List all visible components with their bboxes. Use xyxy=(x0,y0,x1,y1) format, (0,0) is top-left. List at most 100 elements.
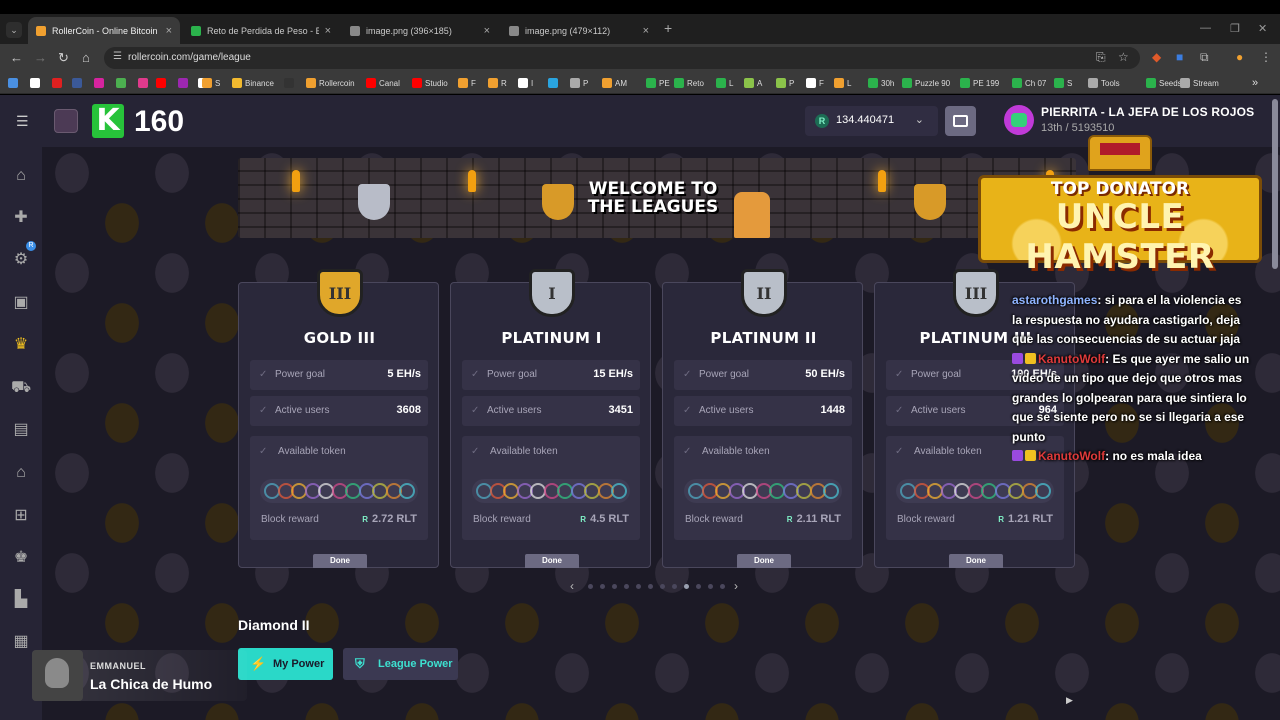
user-name[interactable]: PIERRITA - LA JEFA DE LOS ROJOS xyxy=(1041,105,1254,119)
miner-avatar[interactable] xyxy=(54,109,78,133)
store-icon[interactable]: ▤ xyxy=(11,421,31,439)
tab-search-icon[interactable]: ⌄ xyxy=(6,22,22,38)
room-icon[interactable]: ⌂ xyxy=(11,464,31,482)
bookmark-item[interactable] xyxy=(94,76,107,90)
tab-close-icon[interactable]: × xyxy=(325,25,331,37)
bookmark-item[interactable] xyxy=(138,76,151,90)
balance-dropdown[interactable]: R 134.440471 ⌄ xyxy=(805,106,938,136)
tab-close-icon[interactable]: × xyxy=(643,25,649,37)
stats-icon[interactable]: ▙ xyxy=(11,591,31,609)
pager-dot[interactable] xyxy=(636,584,641,589)
bookmark-item[interactable] xyxy=(30,76,43,90)
bookmark-item[interactable]: Ch 07 xyxy=(1012,76,1046,90)
bookmark-item[interactable] xyxy=(178,76,191,90)
bookmark-item[interactable]: Seeds xyxy=(1146,76,1182,90)
bookmark-item[interactable]: Reto xyxy=(674,76,704,90)
user-avatar[interactable] xyxy=(1004,105,1034,135)
league-power-button[interactable]: ⛨ League Power xyxy=(343,648,458,680)
pager-dot[interactable] xyxy=(624,584,629,589)
done-button[interactable]: Done xyxy=(525,554,579,568)
extension-fox-icon[interactable]: ◆ xyxy=(1152,50,1161,64)
bookmark-item[interactable]: Studio xyxy=(412,76,448,90)
pager-dot[interactable] xyxy=(612,584,617,589)
bookmark-item[interactable]: Tools xyxy=(1088,76,1120,90)
bookmark-item[interactable]: Stream xyxy=(1180,76,1219,90)
tab-image-2[interactable]: image.png (479×112) × xyxy=(501,17,657,44)
league-crown-icon[interactable]: ♛ xyxy=(11,336,31,354)
marketplace-cart-icon[interactable]: ⛟ xyxy=(11,379,31,397)
pager-dot[interactable] xyxy=(588,584,593,589)
pager-dot[interactable] xyxy=(684,584,689,589)
tab-close-icon[interactable]: × xyxy=(484,25,490,37)
my-power-button[interactable]: ⚡ My Power xyxy=(238,648,333,680)
tab-image-1[interactable]: image.png (396×185) × xyxy=(342,17,498,44)
pager-dot[interactable] xyxy=(708,584,713,589)
bookmark-item[interactable]: F xyxy=(458,76,476,90)
maximize-icon[interactable]: ❐ xyxy=(1230,22,1240,35)
site-info-icon[interactable]: ☰ xyxy=(113,51,122,62)
bookmark-item[interactable]: L xyxy=(716,76,733,90)
bookmark-item[interactable]: P xyxy=(570,76,588,90)
bookmark-item[interactable]: F xyxy=(806,76,824,90)
tab-close-icon[interactable]: × xyxy=(166,25,172,37)
pager-dot[interactable] xyxy=(600,584,605,589)
pager-dot[interactable] xyxy=(672,584,677,589)
reload-icon[interactable]: ↻ xyxy=(58,50,69,66)
bookmark-item[interactable]: I xyxy=(518,76,533,90)
menu-dots-icon[interactable]: ⋮ xyxy=(1260,50,1272,64)
bookmark-item[interactable]: AM xyxy=(602,76,627,90)
pager-dot[interactable] xyxy=(660,584,665,589)
bookmark-item[interactable] xyxy=(8,76,21,90)
referral-icon[interactable]: ⚙ xyxy=(11,251,31,269)
pager-next-icon[interactable]: › xyxy=(734,579,738,593)
bookmark-item[interactable]: L xyxy=(834,76,851,90)
tab-rollercoin[interactable]: RollerCoin - Online Bitcoin Min × xyxy=(28,17,180,44)
gift-icon[interactable]: ⊞ xyxy=(11,507,31,525)
profile-icon[interactable]: ● xyxy=(1236,50,1243,64)
bookmark-item[interactable]: Rollercoin xyxy=(306,76,355,90)
install-icon[interactable]: ⎘ xyxy=(1096,50,1106,65)
back-icon[interactable]: ← xyxy=(10,50,23,65)
bookmark-item[interactable]: Binance xyxy=(232,76,274,90)
page-scrollbar[interactable] xyxy=(1272,99,1278,269)
bookmark-item[interactable] xyxy=(72,76,85,90)
close-window-icon[interactable]: ✕ xyxy=(1258,22,1267,35)
trophy-icon[interactable]: ♚ xyxy=(11,549,31,567)
bookmark-item[interactable] xyxy=(52,76,65,90)
bookmark-item[interactable] xyxy=(284,76,297,90)
minimize-icon[interactable]: — xyxy=(1200,22,1211,34)
news-icon[interactable]: ▦ xyxy=(11,633,31,651)
bookmark-item[interactable]: S xyxy=(202,76,220,90)
bookmark-item[interactable]: R xyxy=(488,76,507,90)
wallet-button[interactable] xyxy=(945,106,976,136)
more-bookmarks-icon[interactable]: » xyxy=(1252,76,1258,90)
bookmark-item[interactable]: PE 199 xyxy=(960,76,999,90)
bookmark-star-icon[interactable]: ☆ xyxy=(1118,50,1129,64)
bookmark-item[interactable]: S xyxy=(1054,76,1072,90)
tab-reto[interactable]: Reto de Perdida de Peso - El M × xyxy=(183,17,339,44)
bookmark-item[interactable]: Puzzle 90 xyxy=(902,76,950,90)
bookmark-item[interactable]: P xyxy=(776,76,794,90)
home-icon[interactable]: ⌂ xyxy=(11,167,31,185)
extensions-puzzle-icon[interactable]: ⧉ xyxy=(1200,50,1209,65)
pager-dot[interactable] xyxy=(720,584,725,589)
gamepad-icon[interactable]: ✚ xyxy=(11,209,31,227)
done-button[interactable]: Done xyxy=(949,554,1003,568)
inventory-icon[interactable]: ▣ xyxy=(11,294,31,312)
home-icon[interactable]: ⌂ xyxy=(82,50,90,65)
extension-shield-icon[interactable]: ■ xyxy=(1176,50,1183,64)
bookmark-item[interactable]: A xyxy=(744,76,762,90)
bookmark-item[interactable]: Canal xyxy=(366,76,400,90)
forward-icon[interactable]: → xyxy=(34,50,47,65)
bookmark-item[interactable] xyxy=(156,76,169,90)
hamburger-menu-icon[interactable]: ☰ xyxy=(16,113,29,130)
done-button[interactable]: Done xyxy=(737,554,791,568)
address-bar[interactable]: ☰ rollercoin.com/game/league xyxy=(104,47,1140,69)
pager-dot[interactable] xyxy=(696,584,701,589)
bookmark-item[interactable]: 30h xyxy=(868,76,894,90)
new-tab-button[interactable]: + xyxy=(664,20,672,36)
pager-prev-icon[interactable]: ‹ xyxy=(570,579,574,593)
pager-dot[interactable] xyxy=(648,584,653,589)
done-button[interactable]: Done xyxy=(313,554,367,568)
bookmark-item[interactable]: PE xyxy=(646,76,670,90)
